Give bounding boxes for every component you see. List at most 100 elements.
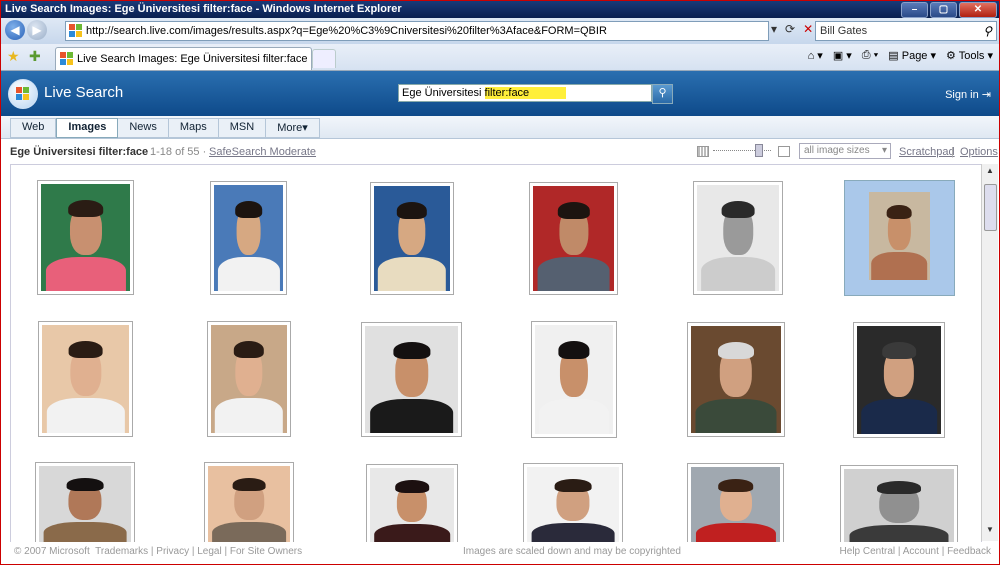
search-button[interactable]: ⚲ [652,84,673,104]
portrait-photo [535,325,613,434]
forward-button[interactable]: ▶ [27,20,47,40]
image-results-grid [10,164,982,543]
image-thumbnail[interactable] [687,322,785,437]
signin-link[interactable]: Sign in ⇥ [945,88,991,101]
portrait-photo [42,325,129,433]
page-menu[interactable]: ▤ Page ▾ [888,49,936,62]
results-count: 1-18 of 55 · [150,146,206,158]
feeds-icon[interactable]: ▣ ▾ [833,49,852,62]
scroll-up-icon[interactable]: ▲ [983,166,997,180]
portrait-photo [691,467,780,542]
separator: | [897,546,901,557]
home-icon[interactable]: ⌂ ▾ [808,49,823,62]
image-thumbnail[interactable] [38,321,133,437]
chevron-down-icon: ▾ [881,145,887,156]
image-thumbnail[interactable] [370,182,454,295]
back-button[interactable]: ◀ [5,20,25,40]
window-title: Live Search Images: Ege Üniversitesi fil… [5,3,402,15]
account-link[interactable]: Account [903,546,939,557]
image-thumbnail[interactable] [366,464,458,542]
query-main-text: Ege Üniversitesi [402,87,482,99]
maximize-button[interactable]: ▢ [930,2,957,18]
tab-web[interactable]: Web [11,119,57,137]
image-thumbnail[interactable] [523,463,623,542]
results-header: Ege Üniversitesi filter:face 1-18 of 55 … [1,139,999,163]
tab-label: Live Search Images: Ege Üniversitesi fil… [77,53,308,65]
image-thumbnail[interactable] [37,180,134,295]
footer: © 2007 Microsoft Trademarks | Privacy | … [1,542,999,564]
portrait-photo [697,185,779,291]
windows-live-logo-icon[interactable] [8,79,38,109]
image-thumbnail[interactable] [207,321,291,437]
separator-dot: · [202,146,207,158]
portrait-photo [857,326,941,434]
image-thumbnail[interactable] [853,322,945,438]
image-thumbnail[interactable] [210,181,287,295]
image-thumbnail[interactable] [687,463,784,542]
windows-logo-icon [69,24,82,37]
copyright-notice: Images are scaled down and may be copyri… [463,546,681,557]
safesearch-link[interactable]: SafeSearch Moderate [209,146,316,158]
scroll-down-icon[interactable]: ▼ [983,525,997,539]
help-central-link[interactable]: Help Central [840,546,896,557]
favorites-star-icon[interactable]: ★ [7,48,20,65]
image-thumbnail[interactable] [204,462,294,542]
site-owners-link[interactable]: For Site Owners [230,546,302,557]
image-thumbnail[interactable] [529,182,618,295]
tab-maps[interactable]: Maps [169,119,219,137]
large-grid-icon[interactable] [778,146,790,157]
image-size-select[interactable]: all image sizes ▾ [799,143,891,159]
add-favorite-icon[interactable]: ✚ [29,48,41,65]
address-bar[interactable]: http://search.live.com/images/results.as… [65,21,769,41]
command-bar: ⌂ ▾ ▣ ▾ ⎙ ▾ ▤ Page ▾ ⚙ Tools ▾ [808,49,993,62]
vertical-scrollbar[interactable]: ▲ ▼ [981,164,998,541]
url-text: http://search.live.com/images/results.as… [86,25,607,37]
ie-search-box[interactable]: Bill Gates ⚲ [815,21,997,41]
search-input[interactable]: Ege Üniversitesi filter:face [398,84,652,102]
browser-tab[interactable]: Live Search Images: Ege Üniversitesi fil… [55,47,312,70]
slider-handle[interactable] [755,144,763,157]
portrait-photo [208,466,290,542]
privacy-link[interactable]: Privacy [156,546,189,557]
print-icon[interactable]: ⎙ ▾ [862,49,878,62]
tab-more[interactable]: More▾ [266,119,319,137]
new-tab-button[interactable] [312,49,336,68]
scratchpad-link[interactable]: Scratchpad [899,146,955,158]
legal-link[interactable]: Legal [197,546,221,557]
portrait-photo [691,326,781,433]
image-thumbnail[interactable] [35,462,135,542]
tools-menu[interactable]: ⚙ Tools ▾ [946,49,993,62]
portrait-photo [868,191,931,281]
live-search-header: Live Search Ege Üniversitesi filter:face… [1,71,999,116]
tab-msn[interactable]: MSN [219,119,267,137]
image-thumbnail[interactable] [693,181,783,295]
brand-name[interactable]: Live Search [44,84,123,101]
tab-row: ★ ✚ Live Search Images: Ege Üniversitesi… [1,44,999,71]
image-thumbnail[interactable] [844,180,955,296]
image-thumbnail[interactable] [531,321,617,438]
options-link[interactable]: Options [960,146,998,158]
stop-icon[interactable]: ✕ [803,22,813,36]
scrollbar-thumb[interactable] [984,184,997,231]
small-grid-icon[interactable] [697,146,709,157]
tab-images[interactable]: Images [56,118,119,138]
minimize-button[interactable]: – [901,2,928,18]
dropdown-arrow-icon[interactable]: ▾ [771,22,777,36]
image-thumbnail[interactable] [361,322,462,437]
window-controls: – ▢ ✕ [901,2,997,18]
browser-window: Live Search Images: Ege Üniversitesi fil… [0,0,1000,565]
image-thumbnail[interactable] [840,465,958,542]
separator: | [951,146,954,158]
feedback-link[interactable]: Feedback [947,546,991,557]
page-menu-label: Page [901,50,928,62]
trademarks-link[interactable]: Trademarks [95,546,148,557]
tab-news[interactable]: News [118,119,169,137]
refresh-icon[interactable]: ⟳ [785,22,795,36]
ie-search-input[interactable]: Bill Gates [820,25,867,37]
search-icon[interactable]: ⚲ [983,24,992,38]
close-window-button[interactable]: ✕ [959,2,997,18]
results-count-text: 1-18 of 55 [150,146,200,158]
separator: | [150,546,154,557]
address-row: ◀ ▶ http://search.live.com/images/result… [1,18,999,44]
image-size-value: all image sizes [804,145,870,156]
